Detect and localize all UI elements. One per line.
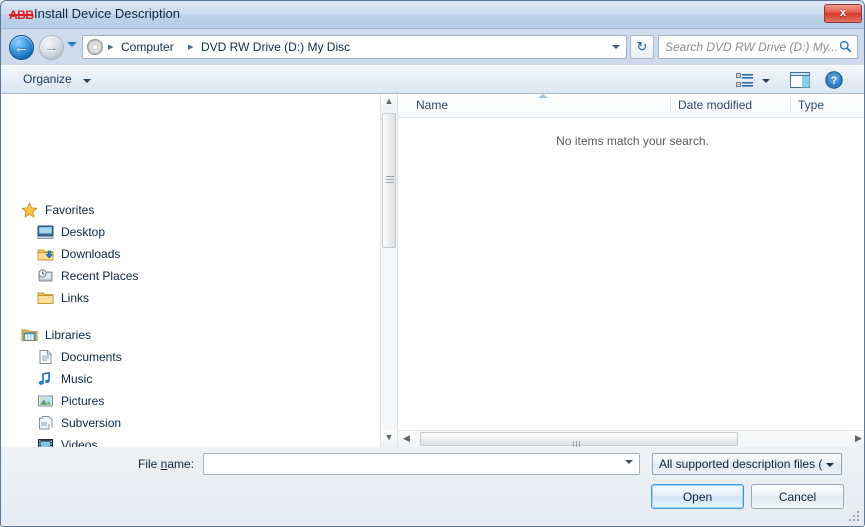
document-icon xyxy=(39,350,52,364)
back-arrow-icon: ← xyxy=(14,39,29,56)
scroll-right-glyph: ▶ xyxy=(855,433,862,443)
sidebar-group-label: Favorites xyxy=(45,203,95,217)
close-icon: x xyxy=(839,7,847,19)
organize-chevron-down-icon[interactable] xyxy=(83,79,91,83)
sidebar-item-label: Documents xyxy=(61,350,122,364)
column-header-row: Name Date modified Type xyxy=(398,94,864,118)
film-icon xyxy=(38,439,53,447)
scrollbar-grip-icon xyxy=(573,437,582,448)
picture-icon xyxy=(38,395,53,407)
scroll-left-glyph: ◀ xyxy=(403,433,410,443)
column-header-date-modified[interactable]: Date modified xyxy=(678,98,752,112)
main-content: Favorites Desktop Downloads Recent Place… xyxy=(1,94,864,448)
view-mode-icon[interactable] xyxy=(736,73,753,88)
column-divider[interactable] xyxy=(790,98,791,113)
open-button[interactable]: Open xyxy=(651,484,744,509)
search-box[interactable]: Search DVD RW Drive (D:) My... xyxy=(658,35,858,59)
sidebar-item-label: Links xyxy=(61,291,90,305)
file-list-horizontal-scrollbar[interactable]: ◀ ▶ xyxy=(398,430,864,448)
command-toolbar: Organize ? xyxy=(1,65,864,94)
close-button[interactable]: x xyxy=(824,4,862,23)
sidebar-item-label: Recent Places xyxy=(61,269,139,283)
preview-pane-icon[interactable] xyxy=(790,72,810,88)
empty-list-message: No items match your search. xyxy=(556,134,709,148)
filter-chevron-down-icon xyxy=(826,463,834,467)
sidebar-scrollbar-thumb[interactable] xyxy=(382,113,396,248)
search-input[interactable]: Search DVD RW Drive (D:) My... xyxy=(665,40,838,54)
sidebar-item-label: Music xyxy=(61,372,93,386)
breadcrumb-separator-icon: ▸ xyxy=(108,41,114,53)
organize-button[interactable]: Organize xyxy=(23,72,72,86)
scroll-right-arrow-icon[interactable]: ▶ xyxy=(850,431,864,447)
file-type-filter-dropdown[interactable]: All supported description files ( xyxy=(652,453,842,475)
scroll-up-arrow-icon[interactable]: ▲ xyxy=(381,94,397,111)
back-button[interactable]: ← xyxy=(9,35,34,60)
resize-grip[interactable] xyxy=(848,510,861,523)
breadcrumb-separator-icon-2: ▸ xyxy=(188,41,194,53)
install-device-description-dialog: ABB Install Device Description x ← → ▸ C… xyxy=(0,0,865,527)
document-icon xyxy=(39,416,53,430)
sort-ascending-icon xyxy=(538,94,548,98)
search-icon xyxy=(839,40,852,53)
scroll-up-glyph: ▲ xyxy=(384,96,394,106)
view-mode-chevron-down-icon[interactable] xyxy=(762,79,770,83)
column-divider[interactable] xyxy=(670,98,671,113)
folder-icon xyxy=(37,292,54,304)
address-dropdown-chevron-down-icon[interactable] xyxy=(612,45,620,49)
downloads-folder-icon xyxy=(37,249,54,261)
column-header-type[interactable]: Type xyxy=(798,98,824,112)
disc-icon xyxy=(87,39,103,55)
scroll-down-arrow-icon[interactable]: ▼ xyxy=(381,430,397,447)
address-bar[interactable]: ▸ Computer ▸ DVD RW Drive (D:) My Disc xyxy=(82,35,627,59)
sidebar-item-label: Videos xyxy=(61,438,98,447)
recent-places-icon xyxy=(38,269,53,282)
cancel-button[interactable]: Cancel xyxy=(751,484,844,509)
sidebar-scrollbar[interactable]: ▲ ▼ xyxy=(380,94,397,447)
file-name-chevron-down-icon[interactable] xyxy=(625,460,633,464)
help-icon[interactable]: ? xyxy=(825,71,843,89)
window-title: Install Device Description xyxy=(34,6,180,21)
music-note-icon xyxy=(38,371,50,385)
breadcrumb-computer[interactable]: Computer xyxy=(121,40,174,54)
file-type-filter-value: All supported description files ( xyxy=(659,457,823,471)
horizontal-scrollbar-thumb[interactable] xyxy=(420,432,738,448)
refresh-icon: ↻ xyxy=(636,39,648,54)
scrollbar-grip-icon xyxy=(386,176,394,183)
title-bar: ABB Install Device Description x xyxy=(1,1,864,29)
sidebar-item-label: Pictures xyxy=(61,394,105,408)
scroll-down-glyph: ▼ xyxy=(384,432,394,442)
star-icon xyxy=(21,202,38,218)
navigation-sidebar: Favorites Desktop Downloads Recent Place… xyxy=(1,94,397,447)
scroll-left-arrow-icon[interactable]: ◀ xyxy=(398,431,415,447)
column-header-name[interactable]: Name xyxy=(416,98,448,112)
sidebar-item-label: Downloads xyxy=(61,247,121,261)
file-list-pane: Name Date modified Type No items match y… xyxy=(397,94,864,448)
svg-text:?: ? xyxy=(831,75,838,87)
recent-locations-chevron-down-icon[interactable] xyxy=(67,42,77,47)
navigation-bar: ← → ▸ Computer ▸ DVD RW Drive (D:) My Di… xyxy=(1,29,864,65)
libraries-icon xyxy=(21,329,38,341)
abb-logo: ABB xyxy=(9,8,34,22)
sidebar-item-label: Desktop xyxy=(61,225,106,239)
refresh-button[interactable]: ↻ xyxy=(630,35,654,59)
desktop-icon xyxy=(37,225,54,239)
sidebar-group-label: Libraries xyxy=(45,328,92,342)
file-name-label: File name: xyxy=(138,457,195,471)
file-name-input[interactable] xyxy=(203,453,640,475)
forward-arrow-icon: → xyxy=(44,39,59,56)
breadcrumb-dvd-drive[interactable]: DVD RW Drive (D:) My Disc xyxy=(201,40,350,54)
forward-button[interactable]: → xyxy=(39,35,64,60)
sidebar-item-label: Subversion xyxy=(61,416,122,430)
